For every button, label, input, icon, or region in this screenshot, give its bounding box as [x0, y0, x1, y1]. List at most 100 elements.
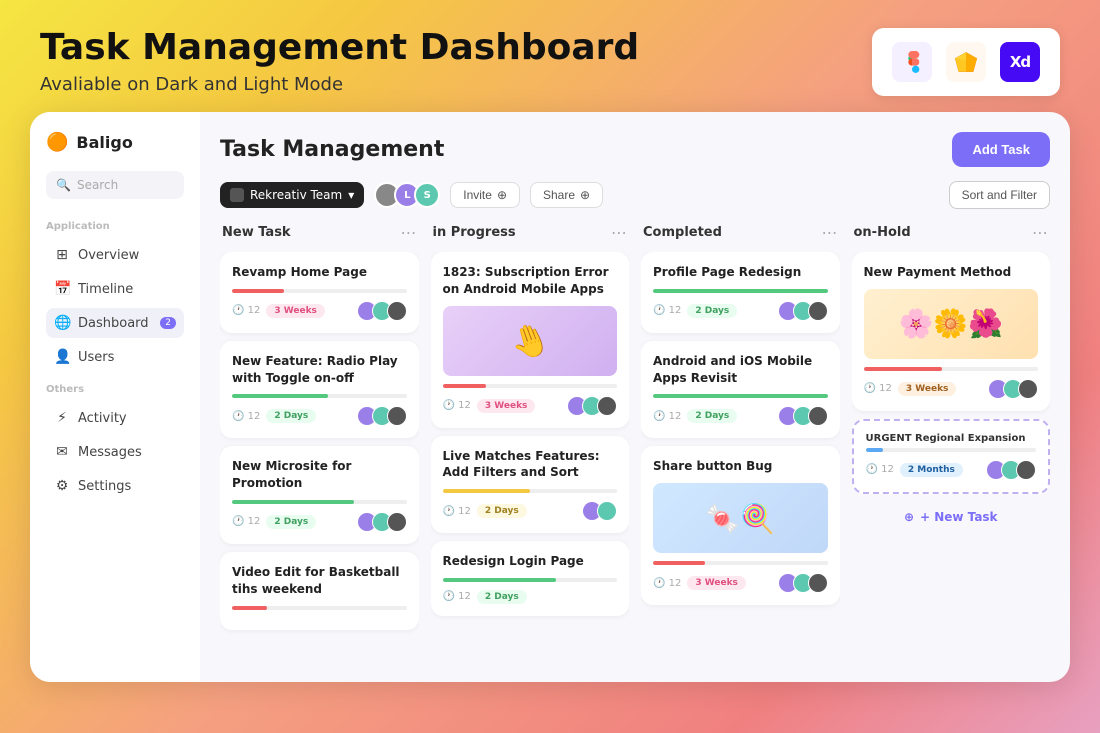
avatar-group: L S — [374, 182, 440, 208]
sidebar-item-users[interactable]: 👤 Users — [46, 342, 184, 372]
card-avatars — [986, 460, 1036, 480]
progress-bar — [232, 394, 407, 398]
progress-fill — [232, 606, 267, 610]
team-name: Rekreativ Team — [250, 188, 342, 202]
search-box[interactable]: 🔍 Search — [46, 171, 184, 199]
col-cards-completed: Profile Page Redesign 🕐 12 2 Days — [641, 252, 840, 682]
clock-icon: 🕐 12 — [864, 383, 892, 394]
clock-icon: 🕐 12 — [443, 506, 471, 517]
card-avatar — [597, 501, 617, 521]
task-card: Revamp Home Page 🕐 12 3 Weeks — [220, 252, 419, 333]
col-cards-in-progress: 1823: Subscription Error on Android Mobi… — [431, 252, 630, 682]
clock-icon: 🕐 12 — [443, 400, 471, 411]
task-title: Profile Page Redesign — [653, 264, 828, 281]
card-avatar — [387, 301, 407, 321]
card-avatars — [582, 501, 617, 521]
duration-badge: 3 Weeks — [477, 399, 536, 413]
overview-icon: ⊞ — [54, 247, 70, 263]
activity-icon: ⚡ — [54, 410, 70, 426]
messages-label: Messages — [78, 445, 142, 460]
figma-icon — [892, 42, 932, 82]
logo-area: 🟠 Baligo — [46, 132, 184, 153]
task-card: Redesign Login Page 🕐 12 2 Days — [431, 541, 630, 616]
duration-badge: 3 Weeks — [687, 576, 746, 590]
clock-icon: 🕐 12 — [232, 305, 260, 316]
progress-fill — [864, 367, 943, 371]
progress-bar — [864, 367, 1039, 371]
card-meta: 🕐 12 3 Weeks — [653, 573, 828, 593]
clock-icon: 🕐 12 — [443, 591, 471, 602]
task-title: Video Edit for Basketball tihs weekend — [232, 564, 407, 598]
timeline-icon: 📅 — [54, 281, 70, 297]
col-title-in-progress: in Progress — [433, 225, 516, 240]
card-avatar — [808, 406, 828, 426]
sort-filter-button[interactable]: Sort and Filter — [949, 181, 1050, 209]
hand-decoration: 🤚 — [505, 316, 555, 365]
app-section-label: Application — [46, 221, 184, 232]
sidebar-item-overview[interactable]: ⊞ Overview — [46, 240, 184, 270]
task-title: Live Matches Features: Add Filters and S… — [443, 448, 618, 482]
sidebar-item-settings[interactable]: ⚙ Settings — [46, 471, 184, 501]
sidebar-item-timeline[interactable]: 📅 Timeline — [46, 274, 184, 304]
column-completed: Completed ⋯ Profile Page Redesign 🕐 12 2… — [641, 223, 840, 682]
progress-bar — [866, 448, 1037, 452]
header-text: Task Management Dashboard Avaliable on D… — [40, 28, 639, 95]
add-task-button[interactable]: Add Task — [952, 132, 1050, 167]
task-title: Android and iOS Mobile Apps Revisit — [653, 353, 828, 387]
new-task-button[interactable]: ⊕ + New Task — [852, 502, 1051, 532]
progress-fill — [866, 448, 883, 452]
dashboard-icon: 🌐 — [54, 315, 70, 331]
clock-icon: 🕐 12 — [232, 411, 260, 422]
progress-fill — [443, 489, 530, 493]
col-menu-on-hold[interactable]: ⋯ — [1032, 223, 1048, 242]
col-title-completed: Completed — [643, 225, 722, 240]
card-avatars — [778, 406, 828, 426]
task-title: 1823: Subscription Error on Android Mobi… — [443, 264, 618, 298]
progress-bar — [653, 561, 828, 565]
team-selector[interactable]: Rekreativ Team ▾ — [220, 182, 364, 208]
urgent-card: URGENT Regional Expansion 🕐 12 2 Months — [852, 419, 1051, 494]
card-meta: 🕐 12 2 Days — [443, 590, 618, 604]
task-card: Android and iOS Mobile Apps Revisit 🕐 12… — [641, 341, 840, 439]
column-new-task: New Task ⋯ Revamp Home Page 🕐 12 3 Weeks — [220, 223, 419, 682]
invite-label: Invite — [463, 188, 492, 202]
progress-fill — [443, 578, 556, 582]
task-image: 🤚 — [443, 306, 618, 376]
messages-icon: ✉ — [54, 444, 70, 460]
column-on-hold: on-Hold ⋯ New Payment Method 🌸🌼🌺 — [852, 223, 1051, 682]
tools-badge: Xd — [872, 28, 1060, 96]
progress-fill — [653, 394, 828, 398]
settings-icon: ⚙ — [54, 478, 70, 494]
overview-label: Overview — [78, 248, 139, 263]
users-icon: 👤 — [54, 349, 70, 365]
col-menu-in-progress[interactable]: ⋯ — [611, 223, 627, 242]
plus-icon: ⊕ — [904, 510, 914, 524]
chevron-down-icon: ▾ — [348, 188, 354, 202]
progress-bar — [443, 384, 618, 388]
clock-icon: 🕐 12 — [232, 516, 260, 527]
task-image-flowers: 🌸🌼🌺 — [864, 289, 1039, 359]
duration-badge: 2 Days — [687, 304, 737, 318]
invite-button[interactable]: Invite ⊕ — [450, 182, 520, 208]
sidebar-item-messages[interactable]: ✉ Messages — [46, 437, 184, 467]
share-icon: ⊕ — [580, 188, 590, 202]
share-button[interactable]: Share ⊕ — [530, 182, 603, 208]
sidebar-item-activity[interactable]: ⚡ Activity — [46, 403, 184, 433]
task-card: Profile Page Redesign 🕐 12 2 Days — [641, 252, 840, 333]
progress-fill — [653, 289, 828, 293]
sidebar-item-dashboard[interactable]: 🌐 Dashboard 2 — [46, 308, 184, 338]
clock-icon: 🕐 12 — [653, 411, 681, 422]
clock-icon: 🕐 12 — [866, 464, 894, 475]
col-menu-completed[interactable]: ⋯ — [822, 223, 838, 242]
col-menu-new-task[interactable]: ⋯ — [401, 223, 417, 242]
task-title: Share button Bug — [653, 458, 828, 475]
card-avatar — [1016, 460, 1036, 480]
sidebar: 🟠 Baligo 🔍 Search Application ⊞ Overview… — [30, 112, 200, 682]
col-cards-new-task: Revamp Home Page 🕐 12 3 Weeks — [220, 252, 419, 682]
users-label: Users — [78, 350, 114, 365]
progress-bar — [232, 289, 407, 293]
task-title: New Payment Method — [864, 264, 1039, 281]
duration-badge: 3 Weeks — [266, 304, 325, 318]
card-avatar — [597, 396, 617, 416]
duration-badge: 2 Days — [687, 409, 737, 423]
